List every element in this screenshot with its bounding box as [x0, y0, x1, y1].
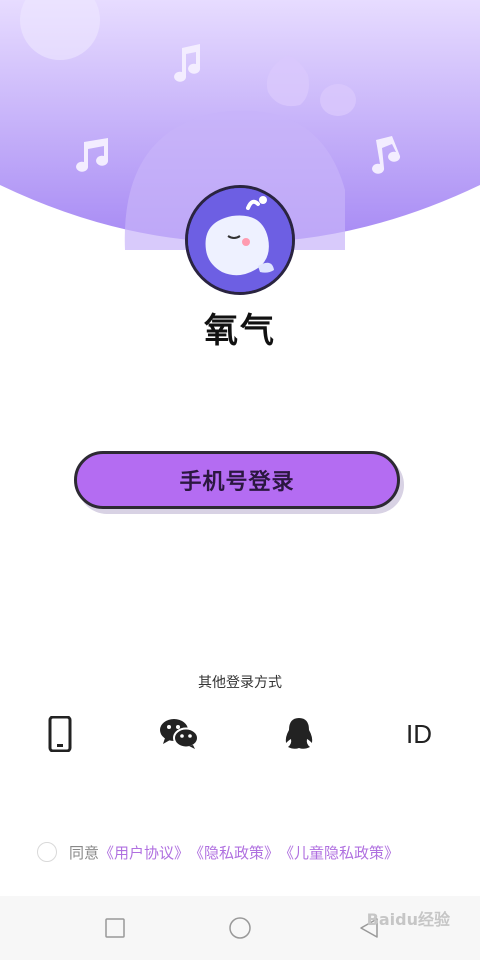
agree-checkbox[interactable]	[37, 842, 57, 862]
app-name: 氧气	[204, 311, 276, 351]
id-login-option[interactable]: ID	[397, 712, 441, 756]
children-privacy-link[interactable]: 《儿童隐私政策》	[279, 842, 399, 863]
other-login-title: 其他登录方式	[198, 675, 282, 691]
qq-login-option[interactable]	[277, 712, 321, 756]
phone-icon	[48, 716, 72, 752]
wechat-icon	[160, 719, 199, 749]
phone-login-button[interactable]: 手机号登录	[74, 451, 400, 509]
recent-apps-icon[interactable]	[103, 916, 127, 940]
home-icon[interactable]	[228, 916, 252, 940]
phone-login-option[interactable]	[38, 712, 82, 756]
watermark: Baidu经验	[366, 910, 450, 929]
id-icon: ID	[406, 718, 432, 749]
agreement-row: 同意 《用户协议》 《隐私政策》 《儿童隐私政策》	[37, 841, 399, 863]
qq-icon	[285, 718, 313, 749]
app-logo-avatar	[185, 185, 295, 295]
agree-prefix: 同意	[69, 843, 100, 862]
wechat-login-option[interactable]	[157, 712, 201, 756]
privacy-policy-link[interactable]: 《隐私政策》	[189, 842, 279, 863]
whale-logo-icon	[188, 188, 292, 292]
user-agreement-link[interactable]: 《用户协议》	[99, 842, 189, 863]
